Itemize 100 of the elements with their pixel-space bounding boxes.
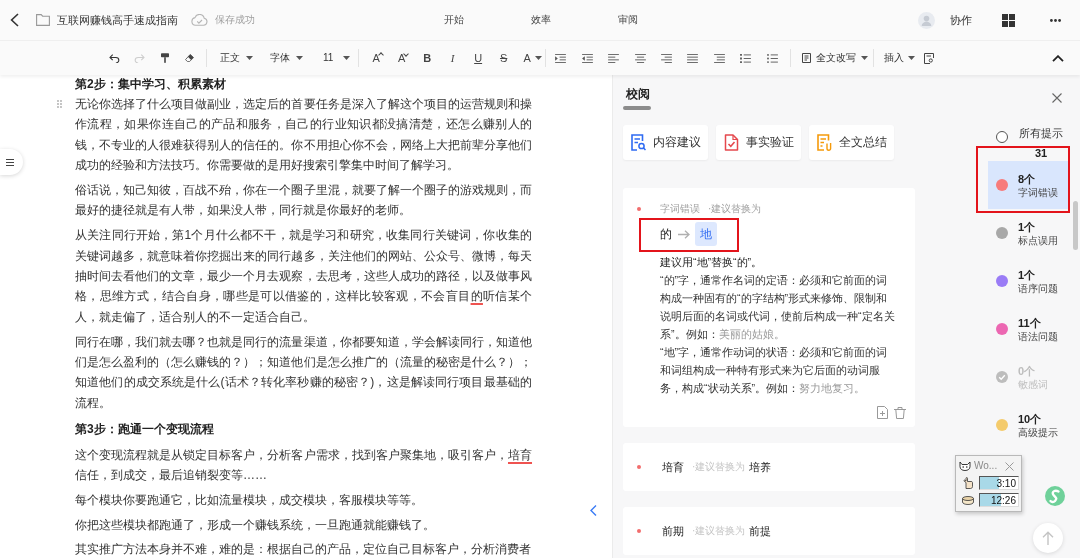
paragraph: 从关注同行开始，第1个月什么都不干，就是学习和研究，收集同行关键词，你收集的关键词越多，就意味着你挖掘出来的同行越多，关注他们的网站、公众号、微博，每天抽时间去看他们的文章，最少一个月去观察，去思考，这些人成功的路径，以及做事风格，思维方式，结合自身，哪些是可以借鉴的，这样比较客观，不会盲目的听信某个人，就走偏了，适合别人的不一定适合自己。 [75,227,532,326]
document-icon [802,53,812,63]
error-dot-icon [637,465,641,469]
font-family-dropdown[interactable]: 字体 [261,46,314,70]
category-item[interactable]: 11个 语法问题 [988,305,1068,353]
category-item[interactable]: 所有提示 31 [988,123,1068,161]
italic-button[interactable]: I [439,46,466,70]
bold-button[interactable]: B [414,46,440,70]
insert-dropdown[interactable]: 插入 [877,46,922,70]
font-color-button[interactable]: A [516,46,544,70]
folder-icon [36,14,50,26]
align-right-icon[interactable] [661,53,672,63]
count-label: 10个 [1018,412,1043,426]
indent-increase-icon[interactable] [555,53,567,63]
caret-down-icon [861,56,869,60]
widget-title: Wo... [974,460,998,473]
caret-down-icon [343,56,351,60]
action-button[interactable]: 全文总结 [809,125,894,160]
check-circle-icon [996,371,1008,383]
save-status: 保存成功 [215,13,255,27]
chevron-left-icon[interactable] [10,13,19,27]
count-label: 1个 [1018,268,1037,282]
cup-icon [962,495,974,505]
radio-button[interactable] [996,131,1008,143]
document-search-icon[interactable] [924,52,935,64]
document-check-icon [724,134,739,151]
align-center-icon[interactable] [634,53,646,63]
eraser-icon[interactable] [185,54,194,62]
document-search-icon [631,134,646,151]
category-item[interactable]: 10个 高级提示 [988,401,1068,449]
count-label: 1个 [1018,220,1037,234]
bullet-list-icon[interactable] [766,53,778,63]
summary-text: 建议用“地”替换“的”。 [660,255,764,270]
tab[interactable]: 审阅 [618,13,638,27]
menu-icon [6,158,14,166]
original-word: 的 [660,227,672,241]
action-button[interactable]: 内容建议 [623,125,708,160]
font-shrink-button[interactable]: A [388,46,415,70]
align-justify-icon[interactable] [687,53,699,63]
underline-button[interactable]: U [465,46,491,70]
caret-down-icon [534,56,542,60]
paragraph: 每个模块你要跑通它，比如流量模块，成交模块，客服模块等等。 [75,491,424,509]
indented-lines-icon[interactable] [713,53,725,63]
font-grow-button[interactable]: A [363,46,389,70]
strikethrough-button[interactable]: S [490,46,517,70]
category-item[interactable]: 8个 字词错误 [988,161,1068,209]
numbered-list-icon[interactable] [740,53,752,63]
font-size-dropdown[interactable]: 11 [314,46,355,70]
indent-decrease-icon[interactable] [581,53,593,63]
caret-down-icon [908,56,916,60]
sidebar-toggle-button[interactable] [0,149,23,175]
chevron-up-icon[interactable] [1052,54,1064,62]
arrow-right-icon [678,229,690,239]
action-button[interactable]: 事实验证 [716,125,801,160]
trash-icon[interactable] [894,406,906,419]
category-label: 标点误用 [1018,234,1058,248]
category-label: 语序问题 [1018,282,1058,296]
category-label: 高级提示 [1018,426,1058,440]
count-label: 11个 [1018,316,1042,330]
grid-icon[interactable] [1002,13,1015,27]
paragraph: 同行在哪，我们就去哪？也就是同行的流量渠道，你都要知道，学会解读同行，知道他们是怎么盈利的（怎么赚钱的？）；知道他们是怎么推广的（流量的秘密是什么？）；知道他们的成交系统是什么(话术？转化率秒赚的秘密？)，这是解读同行项目最基础的流程。 [75,333,532,412]
document-title: 互联网赚钱高手速成指南 [57,13,178,27]
replacement-chip[interactable]: 地 [695,222,717,246]
tab[interactable]: 开始 [444,13,464,27]
scrollbar-thumb[interactable] [1073,201,1078,250]
replacement-word: 培养 [749,460,772,474]
caret-down-icon [246,56,253,60]
close-icon[interactable] [1005,461,1014,471]
time-label: 3:10 [996,477,1017,489]
collaborate-button[interactable]: 协作 [950,13,972,27]
cloud-icon [191,14,208,26]
category-label: 所有提示 [1019,126,1063,140]
original-word: 培育 [662,460,684,474]
align-left-icon[interactable] [608,53,620,63]
section-heading: 第2步：集中学习、积累素材 [75,76,227,93]
tab[interactable]: 效率 [531,13,551,27]
paint-roller-icon[interactable] [160,53,169,63]
replacement-word: 前提 [749,524,772,538]
paragraph-style-dropdown[interactable]: 正文 [211,46,261,70]
panel-title: 校阅 [626,87,650,101]
more-icon[interactable] [1050,18,1061,22]
undo-icon[interactable] [109,53,120,63]
tab-indicator [623,106,651,110]
time-label: 12:26 [990,494,1017,506]
category-item[interactable]: 1个 语序问题 [988,257,1068,305]
close-icon[interactable] [1052,93,1062,103]
category-item[interactable]: 1个 标点误用 [988,209,1068,257]
count-label: 8个 [1018,172,1037,186]
category-label: 字词错误 [660,202,700,216]
count-label: 0个 [1018,364,1037,378]
rewrite-dropdown[interactable]: 全文改写 [795,46,871,70]
count-label: 31 [1034,146,1048,161]
error-dot-icon [637,529,641,533]
paragraph: 俗话说，知己知彼，百战不殆，你在一个圈子里混，就要了解一个圈子的游戏规则，而最好的捷径就是有人带，如果没人带，同行就是你最好的老师。 [75,182,532,220]
cat-icon [959,461,971,472]
drag-handle-icon[interactable] [57,100,62,108]
caret-down-icon [296,56,303,60]
add-note-icon[interactable] [877,406,888,419]
section-heading: 第3步：跑通一个变现流程 [75,421,215,439]
suggestion-card[interactable]: 字词错误 ·建议替换为 的 地 建议用“地”替换“的”。 “的”字，通常作名词的定语：必须和它前面的词构成一种固有的“的字结构”形式来修饰、限制和说明后面的名词或代词，使前后构成一种“定名关系”。例如：美丽的姑娘。 “地”字，通常作动词的状语：必须和它前面的词和词组构成一种特有形式来为它后面的动词服务，构成“状动关系”。例如：努力地复习。 [623,188,915,427]
